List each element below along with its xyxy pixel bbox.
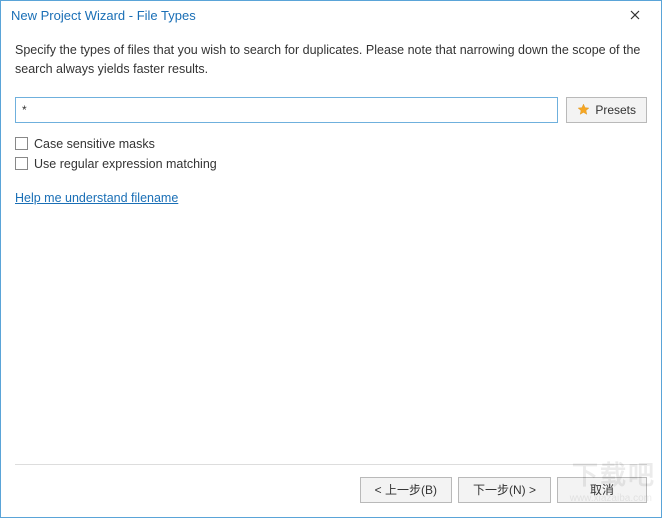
help-link[interactable]: Help me understand filename bbox=[15, 191, 647, 205]
checkbox-regex-row: Use regular expression matching bbox=[15, 157, 647, 171]
description-text: Specify the types of files that you wish… bbox=[15, 41, 647, 79]
presets-button[interactable]: Presets bbox=[566, 97, 647, 123]
regex-label: Use regular expression matching bbox=[34, 157, 217, 171]
presets-label: Presets bbox=[595, 103, 636, 117]
cancel-button[interactable]: 取消 bbox=[557, 477, 647, 503]
window-title: New Project Wizard - File Types bbox=[11, 8, 196, 23]
star-icon bbox=[577, 103, 590, 116]
next-button[interactable]: 下一步(N) > bbox=[458, 477, 551, 503]
close-icon bbox=[630, 8, 640, 23]
content-area: Specify the types of files that you wish… bbox=[1, 29, 661, 464]
footer: < 上一步(B) 下一步(N) > 取消 bbox=[1, 469, 661, 517]
close-button[interactable] bbox=[617, 4, 653, 26]
checkbox-case-row: Case sensitive masks bbox=[15, 137, 647, 151]
regex-checkbox[interactable] bbox=[15, 157, 28, 170]
filemask-input[interactable] bbox=[15, 97, 558, 123]
dialog-window: New Project Wizard - File Types Specify … bbox=[0, 0, 662, 518]
input-row: Presets bbox=[15, 97, 647, 123]
case-sensitive-checkbox[interactable] bbox=[15, 137, 28, 150]
footer-separator bbox=[15, 464, 647, 465]
titlebar: New Project Wizard - File Types bbox=[1, 1, 661, 29]
back-button[interactable]: < 上一步(B) bbox=[360, 477, 452, 503]
case-sensitive-label: Case sensitive masks bbox=[34, 137, 155, 151]
